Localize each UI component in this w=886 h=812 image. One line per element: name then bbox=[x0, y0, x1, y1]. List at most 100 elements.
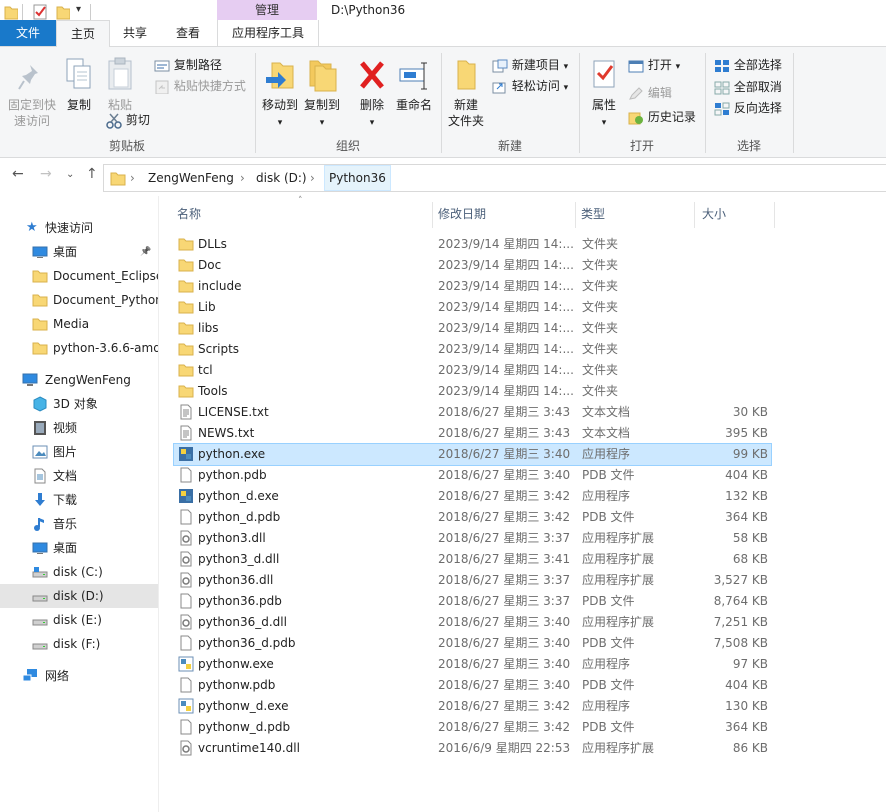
file-row[interactable]: python.exe 2018/6/27 星期三 3:40 应用程序 99 KB bbox=[173, 443, 772, 466]
contextual-group-manage[interactable]: 管理 bbox=[217, 0, 317, 20]
easy-access-button[interactable]: 轻松访问 ▾ bbox=[492, 76, 568, 96]
file-row[interactable]: python3.dll 2018/6/27 星期三 3:37 应用程序扩展 58 KB bbox=[174, 528, 771, 549]
file-row[interactable]: pythonw_d.pdb 2018/6/27 星期三 3:42 PDB 文件 364… bbox=[174, 717, 771, 738]
nav-pc-item[interactable]: 文档 bbox=[0, 464, 158, 488]
nav-this-pc[interactable]: ZengWenFeng bbox=[0, 368, 158, 392]
nav-quick-item[interactable]: Document_Python bbox=[0, 288, 158, 312]
file-row[interactable]: python36_d.pdb 2018/6/27 星期三 3:40 PDB 文件 7,… bbox=[174, 633, 771, 654]
file-size bbox=[694, 318, 768, 339]
back-icon[interactable]: ← bbox=[12, 166, 24, 182]
file-row[interactable]: NEWS.txt 2018/6/27 星期三 3:43 文本文档 395 KB bbox=[174, 423, 771, 444]
nav-quick-item[interactable]: Document_Eclipse bbox=[0, 264, 158, 288]
breadcrumb-pc[interactable]: ZengWenFeng bbox=[148, 165, 234, 191]
recent-locations-icon[interactable]: ⌄ bbox=[66, 169, 74, 180]
history-button[interactable]: 历史记录 bbox=[628, 107, 696, 127]
file-type: 应用程序扩展 bbox=[582, 531, 655, 545]
nav-pc-item[interactable]: 音乐 bbox=[0, 512, 158, 536]
nav-pc-item[interactable]: 下载 bbox=[0, 488, 158, 512]
dropdown-arrow-icon: ▾ bbox=[319, 118, 325, 128]
invert-selection-button[interactable]: 反向选择 bbox=[714, 98, 782, 118]
file-name: pythonw.pdb bbox=[198, 678, 276, 692]
properties-button[interactable]: 属性 ▾ bbox=[584, 57, 624, 131]
breadcrumb-separator-icon[interactable]: › bbox=[130, 165, 135, 191]
paste-button[interactable]: 粘贴 bbox=[102, 57, 138, 113]
edit-button[interactable]: 编辑 bbox=[628, 83, 672, 103]
file-row[interactable]: Scripts 2023/9/14 星期四 14:... 文件夹 bbox=[174, 339, 771, 360]
tab-share[interactable]: 共享 bbox=[110, 20, 160, 46]
properties-quick-icon[interactable] bbox=[32, 4, 48, 20]
forward-icon[interactable]: → bbox=[40, 166, 52, 182]
nav-network[interactable]: 网络 bbox=[0, 664, 158, 688]
delete-button[interactable]: 删除 ▾ bbox=[354, 57, 390, 131]
paste-shortcut-button[interactable]: 粘贴快捷方式 bbox=[154, 76, 246, 96]
address-bar[interactable]: › ZengWenFeng › disk (D:) › Python36 bbox=[103, 164, 886, 192]
file-row[interactable]: pythonw_d.exe 2018/6/27 星期三 3:42 应用程序 130 K… bbox=[174, 696, 771, 717]
column-header-type[interactable]: 类型 bbox=[581, 196, 605, 232]
nav-quick-access[interactable]: ★ 快速访问 bbox=[0, 216, 158, 240]
nav-pc-item[interactable]: disk (C:) bbox=[0, 560, 158, 584]
copy-path-button[interactable]: 复制路径 bbox=[154, 55, 222, 75]
nav-pc-item[interactable]: disk (D:) bbox=[0, 584, 158, 608]
file-row[interactable]: python36_d.dll 2018/6/27 星期三 3:40 应用程序扩展 7,… bbox=[174, 612, 771, 633]
tab-file[interactable]: 文件 bbox=[0, 20, 56, 46]
desktop-icon bbox=[32, 246, 48, 258]
python-exe-icon bbox=[178, 698, 194, 714]
file-row[interactable]: vcruntime140.dll 2016/6/9 星期四 22:53 应用程序扩展… bbox=[174, 738, 771, 759]
move-to-button[interactable]: 移动到 ▾ bbox=[260, 57, 300, 131]
rename-button[interactable]: 重命名 bbox=[394, 57, 434, 113]
open-button[interactable]: 打开 ▾ bbox=[628, 55, 680, 75]
select-none-icon bbox=[714, 81, 730, 94]
file-row[interactable]: python36.dll 2018/6/27 星期三 3:37 应用程序扩展 3,52… bbox=[174, 570, 771, 591]
file-row[interactable]: include 2023/9/14 星期四 14:... 文件夹 bbox=[174, 276, 771, 297]
new-item-button[interactable]: 新建项目 ▾ bbox=[492, 55, 568, 75]
column-header-name[interactable]: 名称 bbox=[177, 196, 201, 232]
nav-pc-item[interactable]: 视频 bbox=[0, 416, 158, 440]
select-none-button[interactable]: 全部取消 bbox=[714, 77, 782, 97]
divider[interactable] bbox=[432, 202, 433, 228]
file-row[interactable]: LICENSE.txt 2018/6/27 星期三 3:43 文本文档 30 KB bbox=[174, 402, 771, 423]
file-row[interactable]: DLLs 2023/9/14 星期四 14:... 文件夹 bbox=[174, 234, 771, 255]
customize-quick-access-icon[interactable]: ▾ bbox=[76, 4, 81, 20]
breadcrumb-separator-icon[interactable]: › bbox=[310, 165, 315, 191]
copy-button[interactable]: 复制 bbox=[62, 57, 96, 113]
column-header-date[interactable]: 修改日期 bbox=[438, 196, 486, 232]
file-row[interactable]: libs 2023/9/14 星期四 14:... 文件夹 bbox=[174, 318, 771, 339]
file-row[interactable]: Tools 2023/9/14 星期四 14:... 文件夹 bbox=[174, 381, 771, 402]
nav-pc-item[interactable]: 3D 对象 bbox=[0, 392, 158, 416]
divider[interactable] bbox=[575, 202, 576, 228]
file-row[interactable]: python_d.exe 2018/6/27 星期三 3:42 应用程序 132 KB bbox=[174, 486, 771, 507]
nav-pc-item[interactable]: 桌面 bbox=[0, 536, 158, 560]
nav-pc-item[interactable]: disk (E:) bbox=[0, 608, 158, 632]
breadcrumb-python36[interactable]: Python36 bbox=[324, 165, 391, 191]
cut-button[interactable]: 剪切 bbox=[106, 110, 150, 130]
new-folder-quick-icon[interactable] bbox=[56, 4, 70, 20]
nav-quick-item[interactable]: 桌面 📌 bbox=[0, 240, 158, 264]
file-row[interactable]: python_d.pdb 2018/6/27 星期三 3:42 PDB 文件 364 … bbox=[174, 507, 771, 528]
new-folder-button[interactable]: 新建 文件夹 bbox=[446, 57, 486, 129]
up-icon[interactable]: ↑ bbox=[86, 166, 98, 182]
file-name: Scripts bbox=[198, 342, 240, 356]
file-row[interactable]: pythonw.pdb 2018/6/27 星期三 3:40 PDB 文件 404 K… bbox=[174, 675, 771, 696]
file-row[interactable]: pythonw.exe 2018/6/27 星期三 3:40 应用程序 97 KB bbox=[174, 654, 771, 675]
tab-view[interactable]: 查看 bbox=[162, 20, 214, 46]
breadcrumb-separator-icon[interactable]: › bbox=[240, 165, 245, 191]
file-row[interactable]: python.pdb 2018/6/27 星期三 3:40 PDB 文件 404 KB bbox=[174, 465, 771, 486]
nav-quick-item[interactable]: python-3.6.6-amd bbox=[0, 336, 158, 360]
file-row[interactable]: python36.pdb 2018/6/27 星期三 3:37 PDB 文件 8,76… bbox=[174, 591, 771, 612]
breadcrumb-disk-d[interactable]: disk (D:) bbox=[256, 165, 307, 191]
nav-pc-item[interactable]: disk (F:) bbox=[0, 632, 158, 656]
file-row[interactable]: python3_d.dll 2018/6/27 星期三 3:41 应用程序扩展 68 … bbox=[174, 549, 771, 570]
tab-app-tools[interactable]: 应用程序工具 bbox=[217, 20, 319, 46]
nav-pc-item[interactable]: 图片 bbox=[0, 440, 158, 464]
copy-to-button[interactable]: 复制到 ▾ bbox=[302, 57, 342, 131]
nav-quick-item[interactable]: Media bbox=[0, 312, 158, 336]
column-header-size[interactable]: 大小 bbox=[702, 196, 726, 232]
file-row[interactable]: Doc 2023/9/14 星期四 14:... 文件夹 bbox=[174, 255, 771, 276]
select-all-button[interactable]: 全部选择 bbox=[714, 55, 782, 75]
file-row[interactable]: Lib 2023/9/14 星期四 14:... 文件夹 bbox=[174, 297, 771, 318]
tab-home[interactable]: 主页 bbox=[56, 20, 110, 48]
divider[interactable] bbox=[774, 202, 775, 228]
pin-quick-access-button[interactable]: 固定到快 速访问 bbox=[4, 61, 60, 129]
file-row[interactable]: tcl 2023/9/14 星期四 14:... 文件夹 bbox=[174, 360, 771, 381]
divider[interactable] bbox=[694, 202, 695, 228]
